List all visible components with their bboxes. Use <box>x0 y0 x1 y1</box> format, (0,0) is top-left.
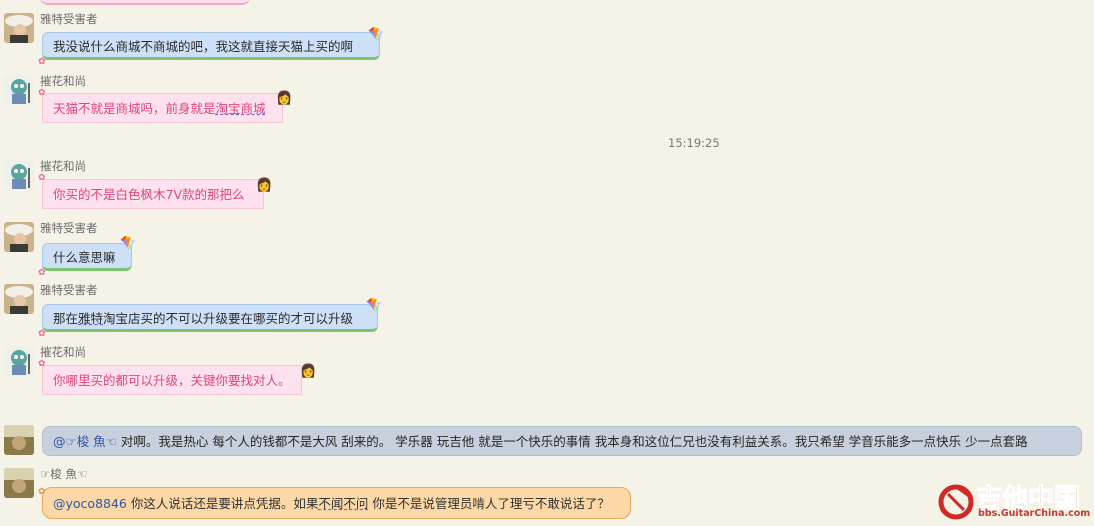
keyword-link[interactable]: 淘宝商城 <box>216 101 266 116</box>
message-text: 你买的不是白色枫木7V款的那把么 <box>53 187 245 202</box>
dragon-logo-icon <box>938 484 974 520</box>
bow-icon: ✿ <box>38 487 46 497</box>
sender-name[interactable]: 雅特受害者 <box>40 282 98 298</box>
avatar[interactable] <box>4 75 34 105</box>
sender-name[interactable]: 雅特受害者 <box>40 11 98 27</box>
sender-name[interactable]: 摧花和尚 <box>40 344 86 360</box>
previous-message-edge <box>0 0 1094 6</box>
sender-name[interactable]: 摧花和尚 <box>40 158 86 174</box>
avatar[interactable] <box>4 468 34 498</box>
kite-decoration-icon: 🪁 <box>368 27 385 42</box>
bow-icon: ✿ <box>38 329 46 339</box>
mention-link[interactable]: @yoco8846 <box>53 496 127 511</box>
sender-name[interactable]: 摧花和尚 <box>40 73 86 89</box>
avatar[interactable] <box>4 425 34 455</box>
message-bubble: 我没说什么商城不商城的吧，我这就直接天猫上买的啊 <box>42 32 380 60</box>
message-bubble: 那在雅特淘宝店买的不可以升级要在哪买的才可以升级 <box>42 304 378 332</box>
message-text: 你哪里买的都可以升级，关键你要找对人。 <box>53 373 291 388</box>
girl-decoration-icon: 👩 <box>300 364 317 379</box>
bow-icon: ✿ <box>38 359 46 369</box>
girl-decoration-icon: 👩 <box>256 178 273 193</box>
watermark-url: bbs.GuitarChina.com <box>978 508 1091 519</box>
message-bubble: 天猫不就是商城吗，前身就是淘宝商城 <box>42 93 283 123</box>
message-text: 你这人说话还是要讲点凭据。如果 <box>126 496 319 511</box>
avatar[interactable] <box>4 346 34 376</box>
avatar[interactable] <box>4 284 34 314</box>
message-text: 对啊。我是热心 每个人的钱都不是大风 刮来的。 学乐器 玩吉他 就是一个快乐的事… <box>116 434 1028 449</box>
timestamp: 15:19:25 <box>668 136 720 150</box>
kite-decoration-icon: 🪁 <box>120 236 137 251</box>
keyword-link[interactable]: 雅特 <box>78 311 103 326</box>
message-text: 天猫不就是商城吗，前身就是 <box>53 101 216 116</box>
message-text: 淘宝店买的不可以升级要在哪买的才可以升级 <box>103 311 354 326</box>
message-bubble: 你哪里买的都可以升级，关键你要找对人。 <box>42 365 302 395</box>
bow-icon: ✿ <box>38 268 46 278</box>
bow-icon: ✿ <box>38 57 46 67</box>
message-text: 你是不是说管理员啃人了理亏不敢说话了？ <box>368 496 610 511</box>
message-text: 我没说什么商城不商城的吧，我这就直接天猫上买的啊 <box>53 39 354 54</box>
bow-icon: ✿ <box>38 88 46 98</box>
avatar[interactable] <box>4 13 34 43</box>
sender-name[interactable]: 雅特受害者 <box>40 220 98 236</box>
message-text: 什么意思嘛 <box>53 250 116 265</box>
message-bubble: @☞梭 魚☜ 对啊。我是热心 每个人的钱都不是大风 刮来的。 学乐器 玩吉他 就… <box>42 426 1082 456</box>
message-bubble: 你买的不是白色枫木7V款的那把么 <box>42 179 264 209</box>
guitarchina-watermark: 吉他中国 bbs.GuitarChina.com <box>938 480 1091 520</box>
sender-name[interactable]: ☞梭 魚☜ <box>40 466 87 482</box>
keyword-link[interactable]: 不闻不问 <box>318 496 368 511</box>
avatar[interactable] <box>4 222 34 252</box>
kite-decoration-icon: 🪁 <box>366 298 383 313</box>
message-text: 那在 <box>53 311 79 326</box>
message-bubble: 什么意思嘛 <box>42 243 132 271</box>
girl-decoration-icon: 👩 <box>276 91 293 106</box>
mention-link[interactable]: @☞梭 魚☜ <box>53 434 117 449</box>
avatar[interactable] <box>4 160 34 190</box>
message-bubble: @yoco8846 你这人说话还是要讲点凭据。如果不闻不问 你是不是说管理员啃人… <box>42 487 631 519</box>
bow-icon: ✿ <box>38 173 46 183</box>
